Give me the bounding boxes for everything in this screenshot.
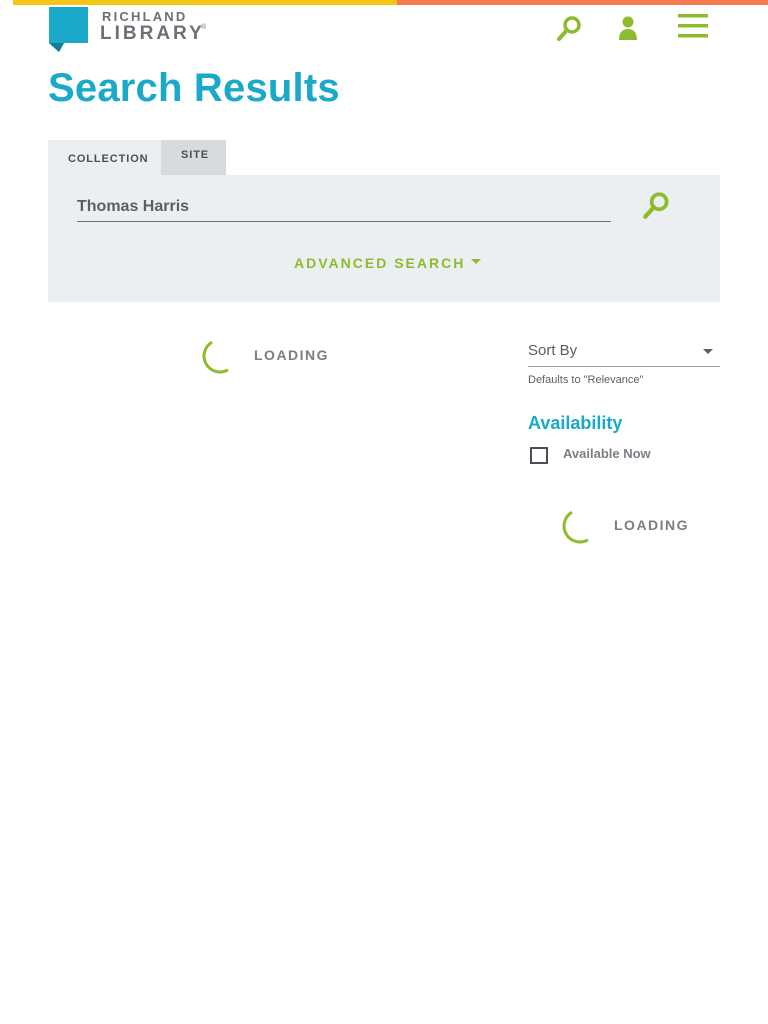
search-input[interactable] [77,193,611,222]
advanced-search-label: ADVANCED SEARCH [294,255,466,271]
advanced-search-toggle[interactable]: ADVANCED SEARCH [294,255,482,271]
results-loading-indicator: LOADING [200,338,340,378]
user-icon[interactable] [617,14,639,42]
filters-loading-indicator: LOADING [560,508,700,548]
speech-bubble-logo-icon [49,7,88,52]
logo-text-library: LIBRARY [100,23,205,44]
search-icon[interactable] [556,14,584,42]
availability-heading: Availability [528,413,623,433]
chevron-down-icon [471,259,482,264]
sort-by-label: Sort By [528,342,578,359]
available-now-label[interactable]: Available Now [563,446,651,461]
top-bar-orange-segment [397,0,768,5]
search-submit-button[interactable] [642,190,672,220]
filters-loading-label: LOADING [614,517,690,533]
search-panel: ADVANCED SEARCH [48,175,720,302]
richland-library-logo[interactable]: RICHLAND LIBRARY ® [48,7,218,53]
chevron-down-icon [703,349,713,354]
loading-spinner-icon [202,340,229,374]
top-bar-yellow-segment [13,0,397,5]
page-title: Search Results [48,66,340,110]
tab-site[interactable]: SITE [161,140,226,175]
tab-collection[interactable]: COLLECTION [48,140,161,175]
logo-text-richland: RICHLAND [102,9,188,24]
sort-default-hint: Defaults to "Relevance" [528,374,644,386]
loading-spinner-icon [562,510,589,544]
top-color-bar [0,0,768,5]
results-loading-label: LOADING [254,347,330,363]
available-now-checkbox[interactable] [530,447,548,464]
sort-by-select[interactable]: Sort By [528,340,720,367]
logo-registered-mark: ® [201,24,207,31]
menu-icon[interactable] [677,13,709,41]
